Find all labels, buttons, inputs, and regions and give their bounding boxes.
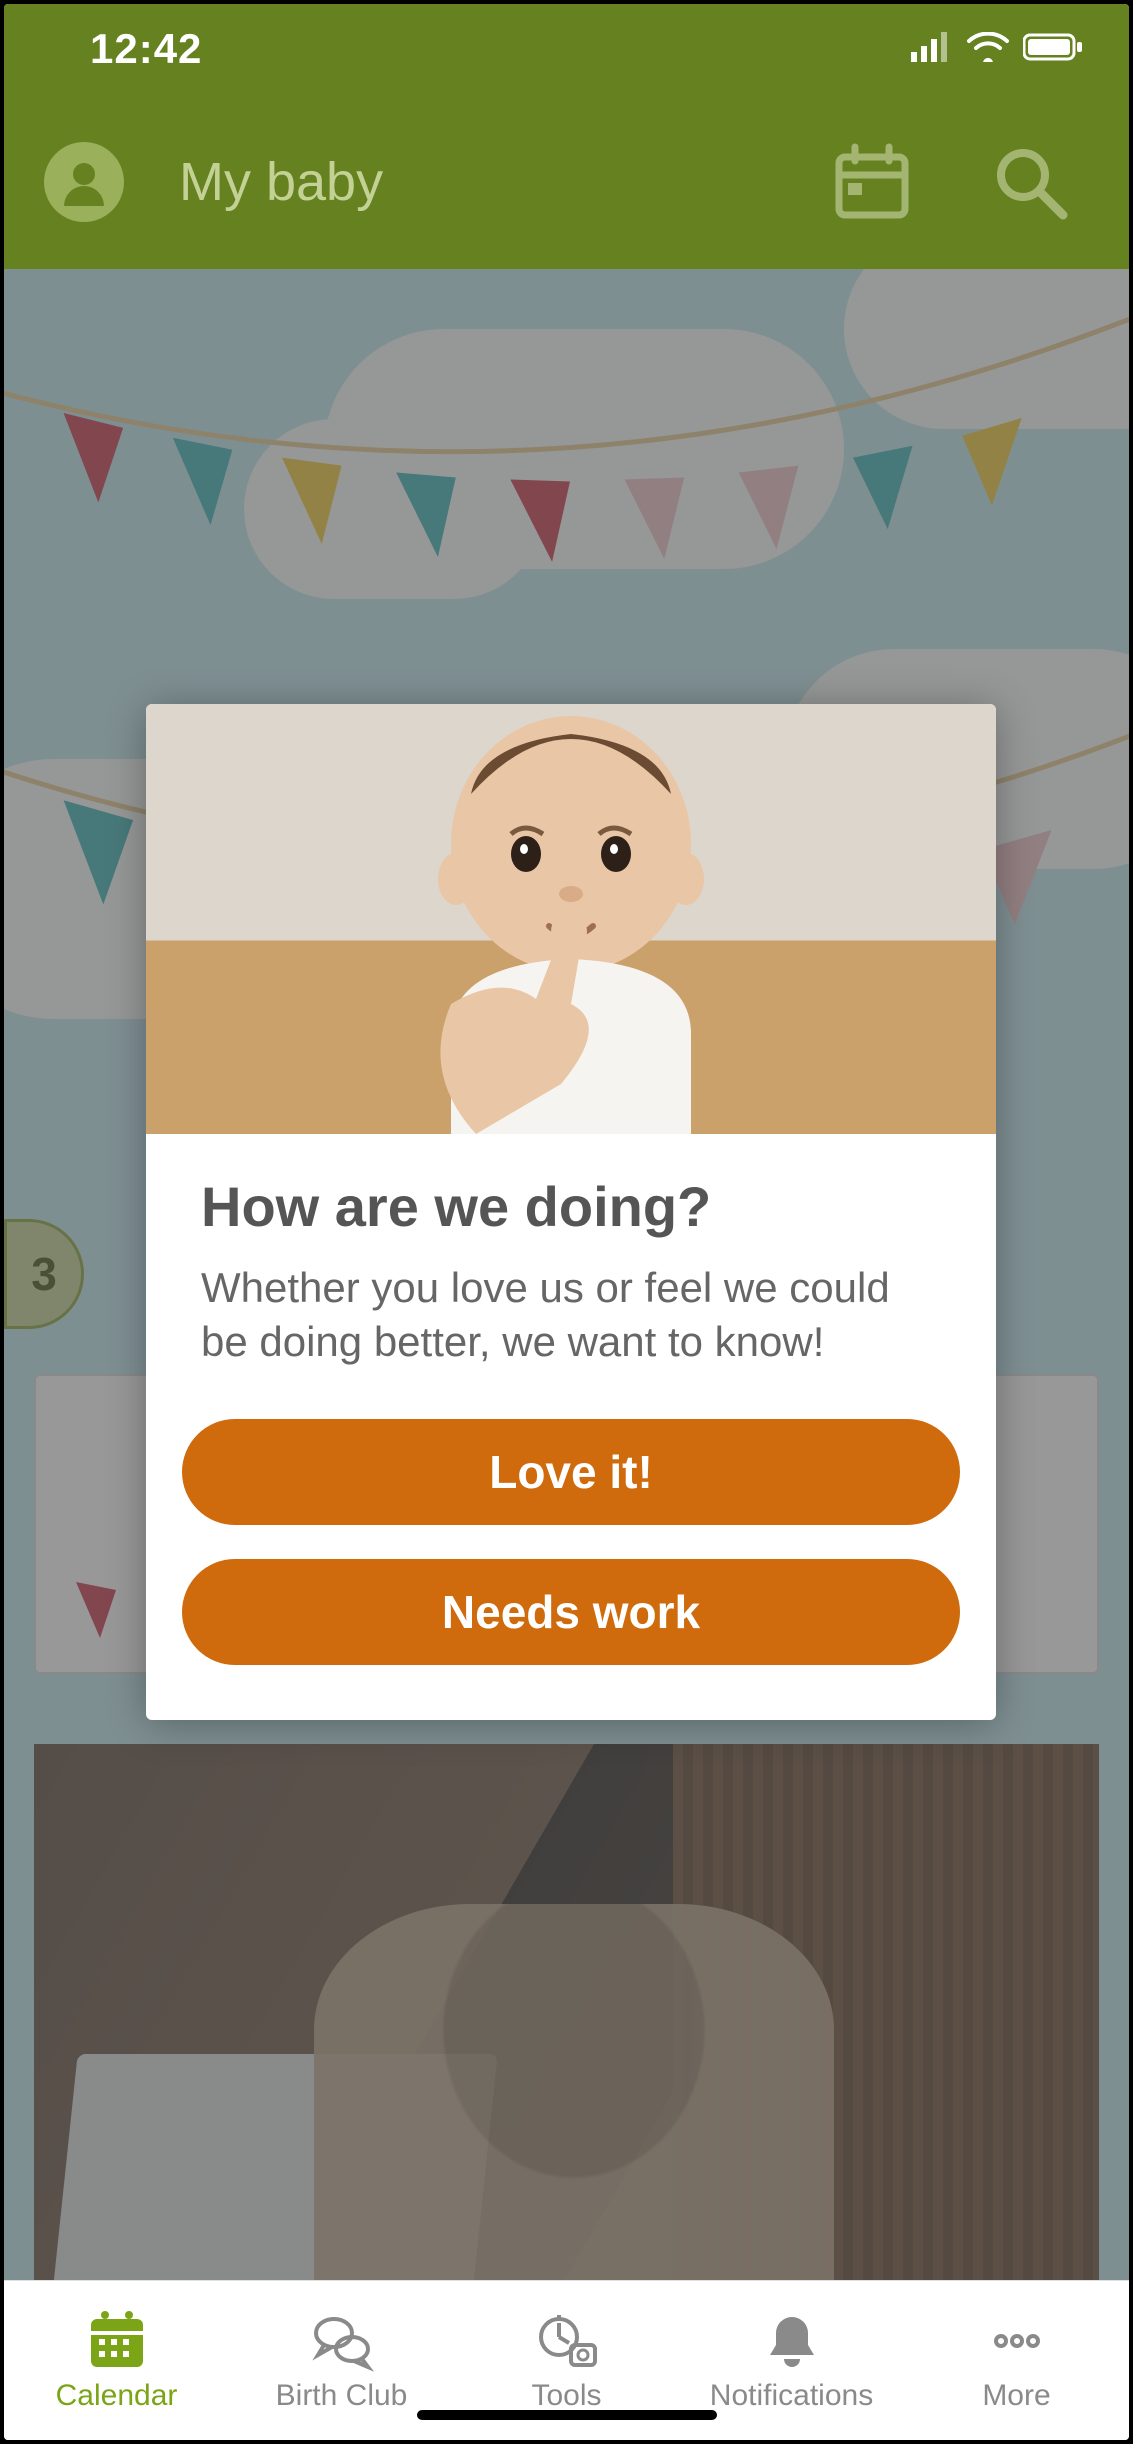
profile-button[interactable] — [44, 142, 124, 222]
page-title: My baby — [179, 151, 833, 213]
bell-icon — [760, 2309, 824, 2373]
nav-label: Birth Club — [276, 2379, 408, 2413]
calendar-icon — [85, 2309, 149, 2373]
nav-label: More — [982, 2379, 1050, 2413]
love-it-button[interactable]: Love it! — [182, 1419, 960, 1525]
modal-title: How are we doing? — [201, 1174, 941, 1239]
nav-label: Notifications — [710, 2379, 873, 2413]
status-bar: 12:42 — [4, 4, 1129, 94]
status-time: 12:42 — [90, 25, 202, 73]
search-icon — [991, 143, 1069, 221]
calendar-icon — [833, 143, 911, 221]
nav-label: Calendar — [56, 2379, 178, 2413]
home-indicator[interactable] — [417, 2410, 717, 2420]
tools-icon — [535, 2309, 599, 2373]
nav-calendar[interactable]: Calendar — [4, 2309, 229, 2413]
chat-icon — [310, 2309, 374, 2373]
feedback-modal: How are we doing? Whether you love us or… — [146, 704, 996, 1720]
needs-work-button[interactable]: Needs work — [182, 1559, 960, 1665]
nav-birth-club[interactable]: Birth Club — [229, 2309, 454, 2413]
nav-label: Tools — [531, 2379, 601, 2413]
battery-icon — [1023, 32, 1083, 67]
modal-hero-image — [146, 704, 996, 1134]
profile-icon — [58, 156, 110, 208]
calendar-button[interactable] — [833, 143, 911, 221]
search-button[interactable] — [991, 143, 1069, 221]
nav-tools[interactable]: Tools — [454, 2309, 679, 2413]
wifi-icon — [967, 32, 1009, 67]
more-icon — [985, 2309, 1049, 2373]
nav-more[interactable]: More — [904, 2309, 1129, 2413]
modal-subtitle: Whether you love us or feel we could be … — [201, 1261, 941, 1369]
app-header: My baby — [4, 94, 1129, 269]
nav-notifications[interactable]: Notifications — [679, 2309, 904, 2413]
baby-illustration — [361, 704, 781, 1134]
signal-icon — [911, 32, 953, 67]
